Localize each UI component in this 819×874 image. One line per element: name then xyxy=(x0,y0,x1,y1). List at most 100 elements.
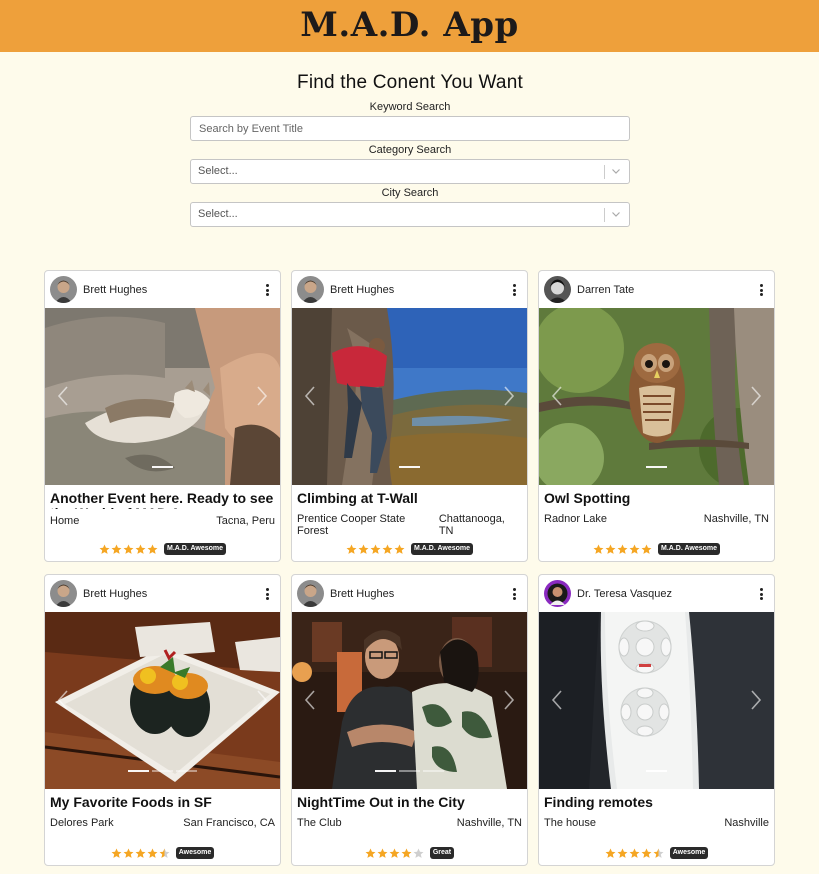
event-card[interactable]: Brett Hughes Climbing at T-Wall Prentice… xyxy=(291,270,528,562)
star-icon xyxy=(365,848,376,858)
avatar[interactable] xyxy=(544,276,571,303)
more-options-icon[interactable] xyxy=(760,284,764,296)
carousel-indicator[interactable] xyxy=(423,770,444,772)
avatar[interactable] xyxy=(297,580,324,607)
star-icon xyxy=(159,848,170,858)
carousel-next-icon[interactable] xyxy=(749,689,763,711)
carousel-prev-icon[interactable] xyxy=(303,385,317,407)
carousel-prev-icon[interactable] xyxy=(550,689,564,711)
carousel-indicators xyxy=(539,466,774,468)
carousel-prev-icon[interactable] xyxy=(56,689,70,711)
card-author[interactable]: Brett Hughes xyxy=(83,284,147,296)
carousel-indicator[interactable] xyxy=(176,770,197,772)
carousel-prev-icon[interactable] xyxy=(56,385,70,407)
select-separator xyxy=(604,208,605,222)
event-card[interactable]: Darren Tate Owl Spotting Radnor Lake Nas… xyxy=(538,270,775,562)
more-options-icon[interactable] xyxy=(266,284,270,296)
chevron-down-icon[interactable] xyxy=(611,166,621,176)
event-card[interactable]: Brett Hughes My Favorite Foods in SF Del xyxy=(44,574,281,866)
carousel-indicator[interactable] xyxy=(646,466,667,468)
card-meta: Delores Park San Francisco, CA xyxy=(45,811,280,830)
star-icon xyxy=(641,848,652,858)
carousel-next-icon[interactable] xyxy=(502,385,516,407)
star-icon xyxy=(653,848,664,858)
carousel-indicator[interactable] xyxy=(399,466,420,468)
keyword-search-label: Keyword Search xyxy=(369,101,451,113)
card-header: Brett Hughes xyxy=(45,575,280,612)
star-icon xyxy=(605,848,616,858)
card-image-carousel[interactable] xyxy=(292,612,527,789)
avatar[interactable] xyxy=(544,580,571,607)
star-icon xyxy=(358,544,369,554)
carousel-next-icon[interactable] xyxy=(502,689,516,711)
rating-badge: Awesome xyxy=(669,847,709,859)
card-city: Tacna, Peru xyxy=(216,515,275,527)
card-image-carousel[interactable] xyxy=(45,612,280,789)
card-author[interactable]: Brett Hughes xyxy=(330,284,394,296)
star-icon xyxy=(111,544,122,554)
avatar[interactable] xyxy=(50,580,77,607)
star-rating xyxy=(605,848,664,859)
more-options-icon[interactable] xyxy=(513,284,517,296)
card-title[interactable]: Finding remotes xyxy=(539,789,774,811)
carousel-indicator[interactable] xyxy=(399,770,420,772)
star-icon xyxy=(135,544,146,554)
card-header: Darren Tate xyxy=(539,271,774,308)
carousel-next-icon[interactable] xyxy=(255,385,269,407)
card-image-carousel[interactable] xyxy=(292,308,527,485)
star-icon xyxy=(593,544,604,554)
avatar[interactable] xyxy=(50,276,77,303)
category-search-label: Category Search xyxy=(368,144,452,156)
star-icon xyxy=(346,544,357,554)
chevron-down-icon[interactable] xyxy=(611,209,621,219)
more-options-icon[interactable] xyxy=(513,588,517,600)
card-meta: The house Nashville xyxy=(539,811,774,830)
carousel-indicator[interactable] xyxy=(128,770,149,772)
event-card[interactable]: Brett Hughes NightTime Out in the City T xyxy=(291,574,528,866)
card-venue: Delores Park xyxy=(50,817,114,829)
carousel-indicator[interactable] xyxy=(375,770,396,772)
rating-badge: Great xyxy=(429,847,455,859)
more-options-icon[interactable] xyxy=(266,588,270,600)
carousel-prev-icon[interactable] xyxy=(550,385,564,407)
card-image-carousel[interactable] xyxy=(539,308,774,485)
city-search-label: City Search xyxy=(381,187,439,199)
carousel-indicators xyxy=(45,770,280,772)
avatar[interactable] xyxy=(297,276,324,303)
card-title[interactable]: My Favorite Foods in SF xyxy=(45,789,280,811)
carousel-next-icon[interactable] xyxy=(255,689,269,711)
star-icon xyxy=(413,848,424,858)
card-author[interactable]: Brett Hughes xyxy=(83,588,147,600)
carousel-next-icon[interactable] xyxy=(749,385,763,407)
carousel-prev-icon[interactable] xyxy=(303,689,317,711)
card-image-carousel[interactable] xyxy=(539,612,774,789)
card-city: Nashville, TN xyxy=(703,513,769,525)
star-icon xyxy=(99,544,110,554)
page-title: Find the Conent You Want xyxy=(297,72,523,93)
star-icon xyxy=(382,544,393,554)
remote-control-photo xyxy=(539,612,774,789)
star-icon xyxy=(123,848,134,858)
more-options-icon[interactable] xyxy=(760,588,764,600)
event-card[interactable]: Dr. Teresa Vasquez Finding remotes The h… xyxy=(538,574,775,866)
card-title[interactable]: Owl Spotting xyxy=(539,485,774,507)
category-select[interactable]: Select... xyxy=(190,159,630,184)
carousel-indicators xyxy=(539,770,774,772)
card-author[interactable]: Darren Tate xyxy=(577,284,634,296)
card-author[interactable]: Brett Hughes xyxy=(330,588,394,600)
carousel-indicator[interactable] xyxy=(152,770,173,772)
keyword-search-input[interactable] xyxy=(190,116,630,141)
event-card[interactable]: Brett Hughes Another Event here. Ready t… xyxy=(44,270,281,562)
carousel-indicator[interactable] xyxy=(646,770,667,772)
city-select[interactable]: Select... xyxy=(190,202,630,227)
card-title[interactable]: Climbing at T-Wall xyxy=(292,485,527,507)
card-title[interactable]: Another Event here. Ready to see the Wor… xyxy=(45,485,280,510)
card-title[interactable]: NightTime Out in the City xyxy=(292,789,527,811)
carousel-indicator[interactable] xyxy=(152,466,173,468)
card-rating: M.A.D. Awesome xyxy=(292,543,527,555)
card-venue: The Club xyxy=(297,817,342,829)
star-icon xyxy=(370,544,381,554)
card-image-carousel[interactable] xyxy=(45,308,280,485)
card-author[interactable]: Dr. Teresa Vasquez xyxy=(577,588,672,600)
card-city: San Francisco, CA xyxy=(183,817,275,829)
